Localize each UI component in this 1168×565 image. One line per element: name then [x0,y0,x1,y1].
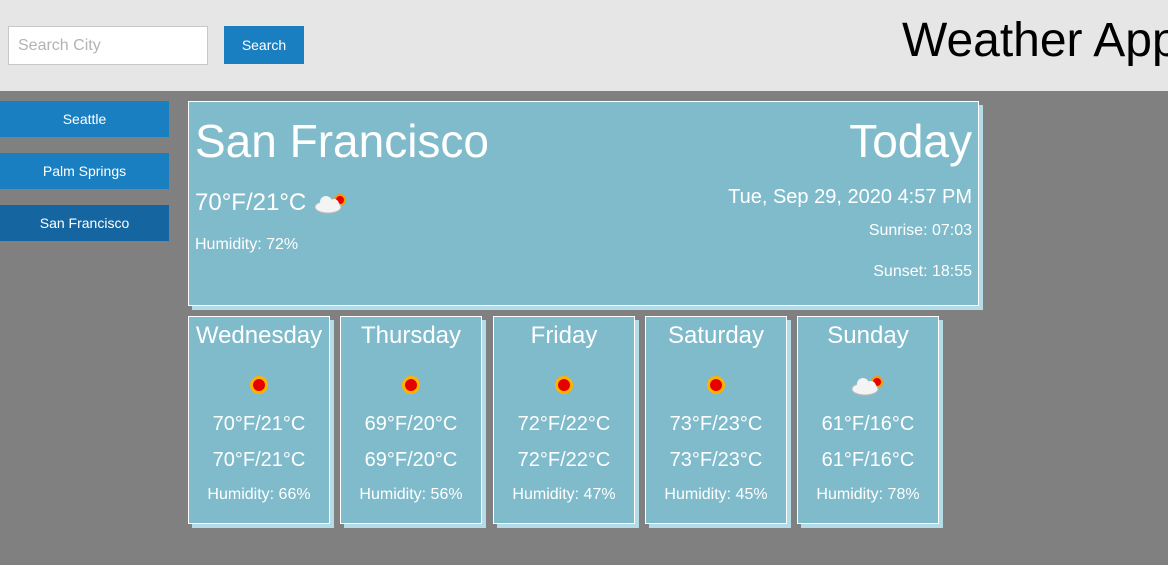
search-input[interactable] [8,26,208,65]
today-humidity: Humidity: 72% [195,236,299,253]
forecast-humidity: Humidity: 56% [359,486,463,503]
today-date: Tue, Sep 29, 2020 4:57 PM [728,186,972,208]
today-label: Today [849,115,972,167]
today-card: San Francisco Today 70°F/21°C Humidity: … [188,101,979,306]
sun-icon [189,372,329,398]
city-name: San Francisco [195,115,490,167]
app-title: Weather App [902,14,1168,67]
sunrise-time: Sunrise: 07:03 [868,222,972,239]
forecast-humidity: Humidity: 47% [512,486,616,503]
today-temperature: 70°F/21°C [195,188,350,218]
header-bar: Search Weather App [0,0,1168,91]
forecast-day-name: Thursday [360,322,462,349]
forecast-high-temp: 69°F/20°C [364,413,458,435]
forecast-high-temp: 73°F/23°C [669,413,763,435]
forecast-card-sunday: Sunday 61°F/16°C 61°F/16°C Humidity: 78% [797,316,939,524]
search-button[interactable]: Search [224,26,304,64]
forecast-card-friday: Friday 72°F/22°C 72°F/22°C Humidity: 47% [493,316,635,524]
forecast-low-temp: 73°F/23°C [669,449,763,471]
sidebar-item-san-francisco[interactable]: San Francisco [0,205,169,241]
forecast-humidity: Humidity: 78% [816,486,920,503]
forecast-humidity: Humidity: 45% [664,486,768,503]
forecast-card-wednesday: Wednesday 70°F/21°C 70°F/21°C Humidity: … [188,316,330,524]
today-temperature-value: 70°F/21°C [195,189,307,216]
forecast-card-thursday: Thursday 69°F/20°C 69°F/20°C Humidity: 5… [340,316,482,524]
sun-icon [646,372,786,398]
partly-cloudy-icon [312,190,350,216]
forecast-high-temp: 72°F/22°C [517,413,611,435]
sunset-time: Sunset: 18:55 [873,263,972,280]
sun-icon [341,372,481,398]
forecast-high-temp: 70°F/21°C [212,413,306,435]
forecast-day-name: Friday [530,322,598,349]
sun-icon [494,372,634,398]
sidebar-item-palm-springs[interactable]: Palm Springs [0,153,169,189]
forecast-day-name: Sunday [827,322,909,349]
forecast-high-temp: 61°F/16°C [821,413,915,435]
partly-cloudy-icon [798,372,938,398]
forecast-low-temp: 72°F/22°C [517,449,611,471]
forecast-day-name: Saturday [667,322,765,349]
forecast-low-temp: 70°F/21°C [212,449,306,471]
sidebar-item-seattle[interactable]: Seattle [0,101,169,137]
forecast-low-temp: 69°F/20°C [364,449,458,471]
forecast-humidity: Humidity: 66% [207,486,311,503]
forecast-card-saturday: Saturday 73°F/23°C 73°F/23°C Humidity: 4… [645,316,787,524]
forecast-low-temp: 61°F/16°C [821,449,915,471]
forecast-day-name: Wednesday [195,322,323,349]
